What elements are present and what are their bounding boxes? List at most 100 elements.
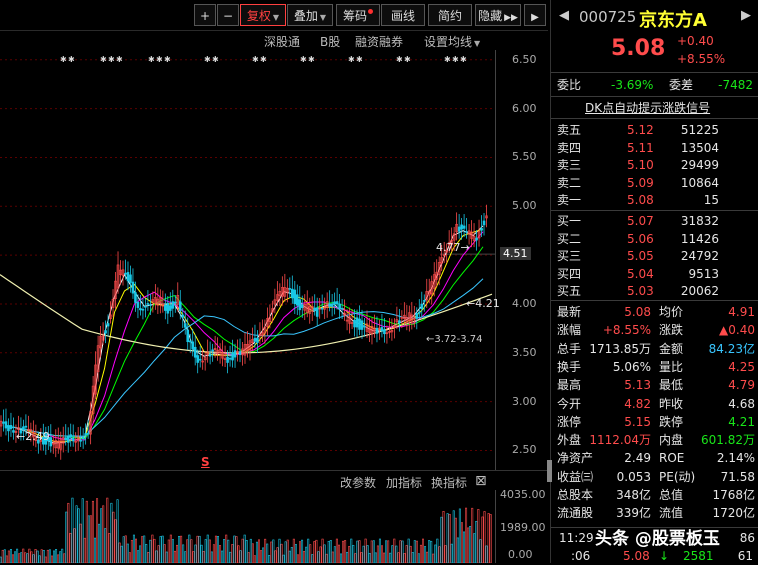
tick-volume: 2581	[683, 549, 714, 563]
add-indicator-link[interactable]: 加指标	[386, 474, 422, 491]
chouma-button[interactable]: 筹码	[336, 4, 380, 26]
stat-label: 总股本	[557, 488, 594, 502]
candle-body	[457, 226, 461, 232]
stat-label: 内盘	[659, 433, 684, 448]
candle-body	[315, 307, 319, 317]
zoom-in-button[interactable]: +	[194, 4, 216, 26]
volume-bar	[186, 539, 189, 563]
candle-body	[79, 439, 82, 442]
candle-body	[166, 302, 170, 314]
stat-value: 2.49	[624, 451, 651, 466]
candle-body	[380, 327, 384, 332]
shengutong-link[interactable]: 深股通	[264, 33, 300, 50]
bgu-link[interactable]: B股	[320, 33, 340, 50]
bid-row: 买一 5.07 31832	[551, 212, 758, 230]
candle-body	[24, 425, 28, 428]
volume-bar	[294, 544, 297, 563]
huaxian-button[interactable]: 画线	[381, 4, 425, 26]
volume-bar	[36, 550, 39, 563]
mid-price-annotation: ←4.21	[466, 297, 500, 310]
bid-price: 5.03	[627, 284, 654, 298]
diejia-dropdown[interactable]: 叠加 ▼	[287, 4, 333, 26]
volume-bar	[52, 550, 55, 563]
stat-value: 4.25	[728, 359, 755, 374]
candle-body	[134, 292, 137, 303]
stat-label: 流值	[659, 506, 684, 521]
panel-splitter[interactable]	[547, 460, 552, 482]
fuquan-label: 复权	[246, 9, 271, 23]
event-dot: ✱	[300, 55, 307, 64]
volume-bar	[346, 551, 349, 563]
stat-label: 均价	[659, 305, 684, 319]
volume-bar	[202, 551, 205, 563]
volume-bar	[73, 528, 76, 563]
ask-label: 卖五	[557, 123, 582, 137]
close-indicator-icon[interactable]: ⊠	[475, 473, 487, 489]
event-dot: ✱	[68, 55, 75, 64]
set-ma-dropdown[interactable]: 设置均线 ▼	[424, 33, 480, 50]
candle-body	[422, 300, 426, 302]
zoom-out-button[interactable]: −	[217, 4, 239, 26]
tick-down-icon: ↓	[659, 549, 670, 563]
next-stock-icon[interactable]: ▶	[741, 8, 751, 23]
volume-bar	[327, 541, 330, 563]
weibi-row: 委比 -3.69% 委差 -7482	[551, 76, 758, 94]
volume-bar	[309, 544, 312, 563]
candle-body	[149, 304, 152, 306]
volume-chart[interactable]	[0, 490, 495, 563]
candle-body	[66, 436, 70, 443]
current-price: 5.08	[611, 36, 666, 61]
event-dot: ✱	[396, 55, 403, 64]
volume-bar	[32, 554, 35, 563]
rongzi-link[interactable]: 融资融券	[355, 33, 403, 50]
volume-bar	[335, 538, 338, 563]
stat-row: 最高 5.13 最低 4.79	[551, 376, 758, 394]
volume-bar	[18, 553, 21, 563]
tick-time-sec: :06	[571, 549, 591, 563]
volume-bar	[22, 548, 25, 563]
candle-body	[106, 323, 110, 327]
volume-bar	[167, 539, 170, 563]
event-dot: ✱	[452, 55, 459, 64]
jianyue-button[interactable]: 简约	[428, 4, 472, 26]
volume-bar	[407, 538, 410, 563]
volume-bar	[350, 538, 353, 563]
volume-bar	[370, 540, 373, 563]
volume-bar	[485, 545, 488, 563]
volume-axis: 4035.00 1989.00 0.00	[495, 488, 548, 563]
yincang-button[interactable]: 隐藏 ▶▶	[475, 4, 521, 26]
prev-stock-icon[interactable]: ◀	[559, 8, 569, 23]
modify-params-link[interactable]: 改参数	[340, 474, 376, 491]
sell-signal-marker[interactable]: S	[201, 455, 210, 469]
kline-chart[interactable]: ✱ ✱ ✱ ✱ ✱ ✱ ✱ ✱ ✱ ✱ ✱ ✱ ✱ ✱ ✱ ✱ ✱ ✱ ✱ ✱ ✱	[0, 50, 548, 470]
ma-line	[4, 231, 484, 441]
volume-bar	[311, 554, 314, 563]
volume-bar	[342, 540, 345, 563]
volume-bar	[303, 551, 306, 563]
volume-bar	[231, 544, 234, 563]
expand-panel-button[interactable]: ▶	[524, 4, 546, 26]
fuquan-dropdown[interactable]: 复权 ▼	[240, 4, 286, 26]
dk-signal-link[interactable]: DK点自动提示涨跌信号	[585, 99, 710, 116]
stat-label: 金额	[659, 341, 684, 356]
volume-bar	[100, 508, 103, 563]
stat-label: PE(动)	[659, 469, 696, 484]
stat-value: 4.82	[624, 396, 651, 411]
volume-bar	[44, 556, 47, 563]
volume-bar	[96, 498, 99, 563]
switch-indicator-link[interactable]: 换指标	[431, 474, 467, 491]
event-dot: ✱	[100, 55, 107, 64]
volume-bar	[196, 535, 199, 563]
volume-bar	[424, 546, 427, 563]
bid-label: 买三	[557, 249, 582, 263]
candle-body	[69, 434, 73, 438]
volume-bar	[321, 538, 324, 563]
bid-row: 买四 5.04 9513	[551, 265, 758, 283]
stat-label: 收益㈢	[557, 469, 594, 484]
volume-bar	[210, 551, 213, 563]
stat-label: 最高	[557, 378, 582, 393]
volume-bar	[257, 539, 260, 563]
weicha-value: -7482	[718, 78, 753, 92]
candle-body	[417, 311, 421, 314]
ask-label: 卖四	[557, 140, 582, 155]
